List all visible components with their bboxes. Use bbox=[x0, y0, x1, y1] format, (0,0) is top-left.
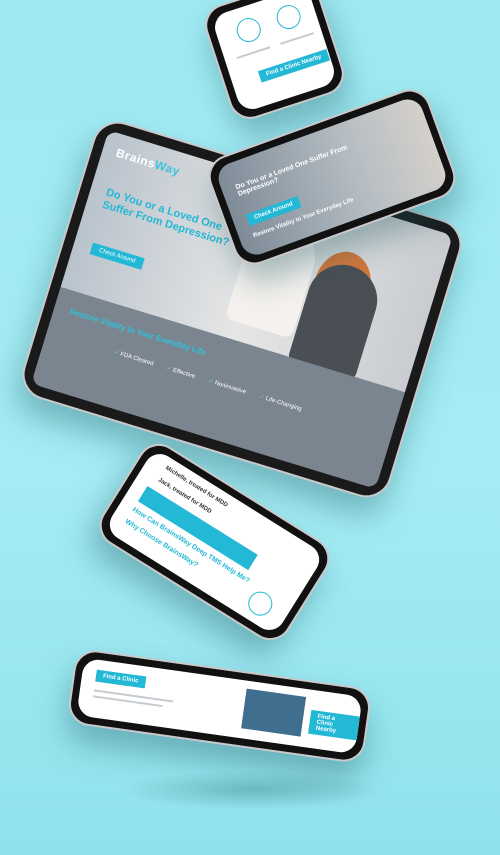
home-icon bbox=[233, 14, 264, 46]
phone-device-bottom: Find a Clinic Find a Clinic Nearby bbox=[66, 647, 373, 765]
text-line bbox=[280, 32, 315, 45]
find-clinic-button[interactable]: Find a Clinic bbox=[95, 669, 147, 689]
phone-screen: Find a Clinic Nearby bbox=[210, 0, 339, 114]
floor-shadow bbox=[120, 770, 380, 810]
text-line bbox=[236, 46, 271, 60]
hero-title: Do You or a Loved One Suffer From Depres… bbox=[234, 144, 349, 198]
phone-screen: Michelle, treated for MDD Jack, treated … bbox=[103, 448, 326, 636]
clinic-photo bbox=[241, 688, 307, 737]
find-clinic-button[interactable]: Find a Clinic Nearby bbox=[257, 49, 330, 83]
brain-icon bbox=[243, 587, 277, 621]
phone-screen: Find a Clinic Find a Clinic Nearby bbox=[76, 657, 363, 755]
brain-icon bbox=[273, 1, 304, 33]
find-clinic-nearby-button[interactable]: Find a Clinic Nearby bbox=[308, 709, 360, 741]
phone-device-top: Find a Clinic Nearby bbox=[199, 0, 350, 125]
